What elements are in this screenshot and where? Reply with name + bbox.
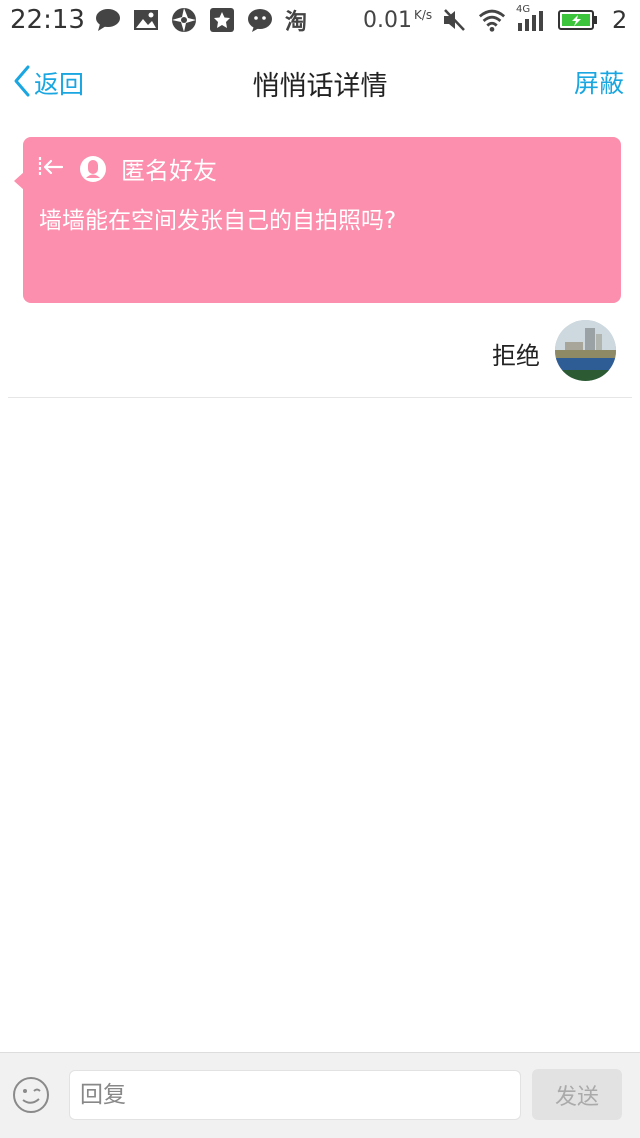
wifi-icon bbox=[478, 6, 506, 34]
sender-name: 匿名好友 bbox=[121, 157, 217, 185]
system-icons: 4G bbox=[440, 4, 598, 34]
avatar[interactable] bbox=[555, 320, 616, 381]
svg-text:淘: 淘 bbox=[285, 9, 307, 34]
reply-text: 拒绝 bbox=[492, 342, 540, 370]
battery-charging-icon bbox=[558, 6, 598, 34]
send-button[interactable]: 发送 bbox=[532, 1069, 622, 1120]
network-type-label: 4G bbox=[516, 4, 531, 15]
network-speed: 0.01 bbox=[363, 8, 412, 33]
network-speed-unit: K/s bbox=[414, 8, 433, 22]
aperture-icon bbox=[170, 6, 198, 34]
taobao-icon: 淘 bbox=[284, 6, 312, 34]
message-card: 匿名好友 墙墙能在空间发张自己的自拍照吗? bbox=[23, 137, 621, 303]
wechat-icon bbox=[246, 6, 274, 34]
reply-input[interactable] bbox=[69, 1070, 521, 1120]
image-icon bbox=[132, 6, 160, 34]
signal-icon: 4G bbox=[516, 4, 548, 34]
divider bbox=[8, 397, 632, 398]
sender-row: 匿名好友 bbox=[37, 151, 217, 186]
anonymous-user-icon bbox=[79, 155, 107, 183]
star-box-icon bbox=[208, 6, 236, 34]
incoming-arrow-icon bbox=[37, 154, 65, 184]
block-button[interactable]: 屏蔽 bbox=[574, 64, 624, 100]
status-time: 22:13 bbox=[10, 5, 85, 35]
nav-bar: 返回 悄悄话详情 屏蔽 bbox=[0, 44, 640, 120]
message-text: 墙墙能在空间发张自己的自拍照吗? bbox=[39, 208, 397, 234]
page-title: 悄悄话详情 bbox=[252, 71, 388, 102]
reply-input-bar: 发送 bbox=[0, 1052, 640, 1138]
status-bar: 22:13 淘 0.01 K/s 4G 2 bbox=[0, 0, 640, 44]
notification-icons: 淘 bbox=[94, 6, 312, 34]
battery-level: 2 bbox=[612, 6, 628, 34]
mute-icon bbox=[440, 6, 468, 34]
emoji-icon[interactable] bbox=[11, 1075, 51, 1115]
chat-bubble-icon bbox=[94, 6, 122, 34]
